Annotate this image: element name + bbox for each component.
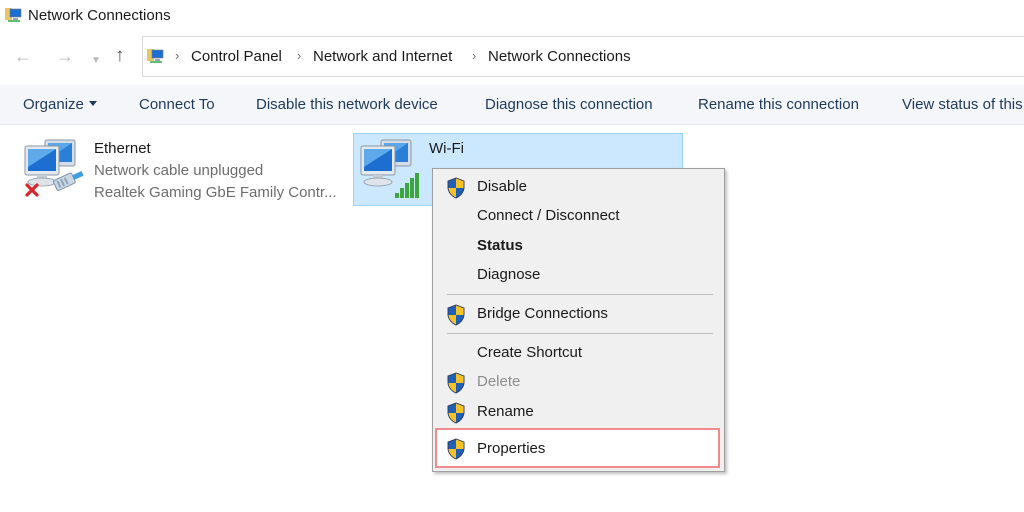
menu-item-diagnose[interactable]: Diagnose xyxy=(433,261,724,289)
window-title: Network Connections xyxy=(28,7,171,24)
menu-item-label: Connect / Disconnect xyxy=(477,207,620,224)
title-bar: Network Connections xyxy=(0,0,1024,32)
menu-item-create-shortcut[interactable]: Create Shortcut xyxy=(433,339,724,367)
menu-item-label: Delete xyxy=(477,373,521,390)
ethernet-disconnected-icon xyxy=(23,137,84,197)
menu-separator xyxy=(447,333,713,334)
menu-item-properties[interactable]: Properties xyxy=(435,428,720,468)
menu-item-label: Create Shortcut xyxy=(477,344,583,361)
diagnose-connection-button[interactable]: Diagnose this connection xyxy=(485,96,653,113)
menu-item-label: Diagnose xyxy=(477,266,541,283)
disable-network-device-button[interactable]: Disable this network device xyxy=(256,96,438,113)
organize-button[interactable]: Organize xyxy=(23,96,97,113)
connection-status: Network cable unplugged xyxy=(94,162,264,179)
address-bar[interactable]: › Control Panel › Network and Internet ›… xyxy=(142,36,1024,77)
view-status-button[interactable]: View status of this connection xyxy=(902,96,1024,113)
up-button[interactable]: ↑ xyxy=(115,46,125,66)
command-toolbar: Organize Connect To Disable this network… xyxy=(0,85,1024,125)
breadcrumb-separator-icon[interactable]: › xyxy=(175,48,179,63)
menu-item-connect-disconnect[interactable]: Connect / Disconnect xyxy=(433,202,724,230)
menu-item-label: Disable xyxy=(477,178,528,195)
connection-device: Realtek Gaming GbE Family Contr... xyxy=(94,184,337,201)
control-panel-icon xyxy=(147,49,164,63)
wifi-connection-icon xyxy=(359,137,419,198)
menu-item-rename[interactable]: Rename xyxy=(433,398,724,426)
menu-separator xyxy=(447,294,713,295)
recent-locations-button[interactable]: ▼ xyxy=(91,51,101,71)
forward-button[interactable]: → xyxy=(56,46,74,66)
breadcrumb-separator-icon[interactable]: › xyxy=(472,48,476,63)
menu-item-label: Bridge Connections xyxy=(477,305,608,322)
context-menu: Disable Connect / Disconnect Status Diag… xyxy=(432,168,725,472)
menu-item-label: Properties xyxy=(477,440,546,457)
uac-shield-icon xyxy=(446,438,466,460)
breadcrumb-network-and-internet[interactable]: Network and Internet xyxy=(313,48,452,65)
back-button[interactable]: ← xyxy=(14,46,32,66)
uac-shield-icon xyxy=(446,372,466,394)
connect-to-button[interactable]: Connect To xyxy=(139,96,215,113)
breadcrumb-network-connections[interactable]: Network Connections xyxy=(488,48,631,65)
organize-label: Organize xyxy=(23,96,84,113)
uac-shield-icon xyxy=(446,304,466,326)
uac-shield-icon xyxy=(446,177,466,199)
rename-connection-button[interactable]: Rename this connection xyxy=(698,96,859,113)
dropdown-caret-icon xyxy=(88,100,97,106)
connection-name: Wi-Fi xyxy=(429,140,464,157)
connection-ethernet[interactable]: Ethernet Network cable unplugged Realtek… xyxy=(17,133,347,205)
menu-item-label: Status xyxy=(477,237,523,254)
connection-name: Ethernet xyxy=(94,140,151,157)
breadcrumb-separator-icon[interactable]: › xyxy=(297,48,301,63)
menu-item-delete: Delete xyxy=(433,368,724,396)
breadcrumb-control-panel[interactable]: Control Panel xyxy=(191,48,282,65)
uac-shield-icon xyxy=(446,402,466,424)
menu-item-disable[interactable]: Disable xyxy=(433,173,724,201)
menu-item-label: Rename xyxy=(477,403,534,420)
menu-item-bridge-connections[interactable]: Bridge Connections xyxy=(433,300,724,328)
network-connections-icon xyxy=(5,8,22,22)
menu-item-status[interactable]: Status xyxy=(433,232,724,260)
